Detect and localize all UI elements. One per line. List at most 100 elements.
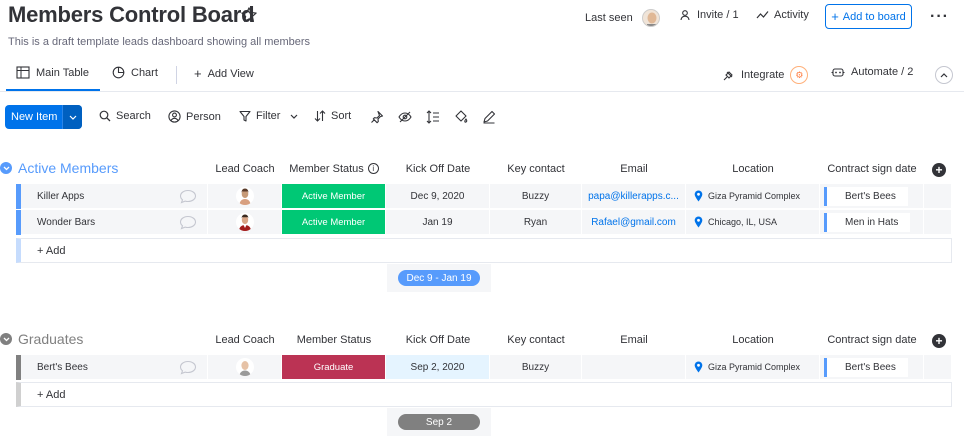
table-row[interactable]: Killer Apps Active Member Dec 9, 2020 Bu… xyxy=(16,184,952,209)
pencil-icon[interactable] xyxy=(482,110,496,124)
column-header-contract-date[interactable]: Contract sign date xyxy=(820,334,924,346)
column-header-kickoff[interactable]: Kick Off Date xyxy=(386,163,490,175)
column-header-email[interactable]: Email xyxy=(582,334,686,346)
column-header-location[interactable]: Location xyxy=(686,163,820,175)
new-item-button[interactable]: New Item xyxy=(5,105,82,129)
column-header-key-contact[interactable]: Key contact xyxy=(490,334,582,346)
chat-bubble-icon[interactable] xyxy=(179,215,197,230)
status-cell[interactable]: Active Member xyxy=(282,184,386,209)
item-name-cell[interactable]: Killer Apps xyxy=(21,184,208,209)
column-header-kickoff[interactable]: Kick Off Date xyxy=(386,334,490,346)
group-title[interactable]: Graduates xyxy=(18,331,83,347)
add-item-row[interactable]: + Add xyxy=(16,238,952,263)
row-end-cell xyxy=(924,184,952,209)
last-seen[interactable]: Last seen xyxy=(585,9,660,27)
item-name[interactable]: Killer Apps xyxy=(37,191,84,202)
item-name[interactable]: Bert's Bees xyxy=(37,362,88,373)
status-label: Active Member xyxy=(301,190,366,202)
group-header-active[interactable]: Active Members xyxy=(0,160,118,176)
key-contact-cell[interactable]: Buzzy xyxy=(490,355,582,380)
kickoff-date-cell[interactable]: Sep 2, 2020 xyxy=(386,355,490,380)
chat-bubble-icon[interactable] xyxy=(179,360,197,375)
robot-icon xyxy=(831,68,845,77)
contract-tag[interactable]: Bert's Bees xyxy=(824,186,908,206)
column-header-contract-date[interactable]: Contract sign date xyxy=(820,163,924,175)
board-title[interactable]: Members Control Board xyxy=(8,2,255,28)
email-cell[interactable]: papa@killerapps.c... xyxy=(582,184,686,209)
item-name-cell[interactable]: Wonder Bars xyxy=(21,210,208,235)
contract-tag[interactable]: Bert's Bees xyxy=(824,357,908,377)
search-icon xyxy=(99,110,111,122)
email-link[interactable]: papa@killerapps.c... xyxy=(588,191,679,202)
chevron-down-icon[interactable] xyxy=(290,114,298,119)
location-cell[interactable]: Giza Pyramid Complex xyxy=(686,355,820,380)
hide-eye-icon[interactable] xyxy=(398,110,412,124)
lead-coach-cell[interactable] xyxy=(208,210,282,235)
column-header-member-status[interactable]: Member Status i xyxy=(282,163,386,175)
email-cell[interactable]: Rafael@gmail.com xyxy=(582,210,686,235)
column-header-location[interactable]: Location xyxy=(686,334,820,346)
add-item-label[interactable]: + Add xyxy=(21,245,65,257)
contract-cell[interactable]: Bert's Bees xyxy=(820,184,924,209)
column-header-email[interactable]: Email xyxy=(582,163,686,175)
search-button[interactable]: Search xyxy=(99,110,151,122)
item-name-cell[interactable]: Bert's Bees xyxy=(21,355,208,380)
filter-button[interactable]: Filter xyxy=(239,110,298,122)
status-cell[interactable]: Active Member xyxy=(282,210,386,235)
add-item-label[interactable]: + Add xyxy=(21,389,65,401)
sort-label: Sort xyxy=(331,110,352,122)
timeline-summary-pill[interactable]: Dec 9 - Jan 19 xyxy=(398,270,480,286)
chat-bubble-icon[interactable] xyxy=(179,189,197,204)
chevron-down-icon[interactable] xyxy=(0,162,12,174)
tab-chart[interactable]: Chart xyxy=(112,66,158,79)
column-header-lead-coach[interactable]: Lead Coach xyxy=(208,334,282,346)
kickoff-date-cell[interactable]: Jan 19 xyxy=(386,210,490,235)
invite-button[interactable]: Invite / 1 xyxy=(680,9,739,21)
contract-cell[interactable]: Bert's Bees xyxy=(820,355,924,380)
location-cell[interactable]: Chicago, IL, USA xyxy=(686,210,820,235)
person-filter-button[interactable]: Person xyxy=(168,110,221,123)
email-cell[interactable] xyxy=(582,355,686,380)
column-header-key-contact[interactable]: Key contact xyxy=(490,163,582,175)
star-icon[interactable] xyxy=(240,6,258,24)
contract-tag[interactable]: Men in Hats xyxy=(824,212,911,232)
pin-icon[interactable] xyxy=(370,110,384,124)
group-title[interactable]: Active Members xyxy=(18,160,118,176)
item-name[interactable]: Wonder Bars xyxy=(37,217,95,228)
lead-coach-cell[interactable] xyxy=(208,184,282,209)
integrate-button[interactable]: Integrate ⚙ xyxy=(722,66,809,84)
contract-cell[interactable]: Men in Hats xyxy=(820,210,924,235)
more-options-icon[interactable]: ··· xyxy=(930,8,949,26)
add-column-icon[interactable]: + xyxy=(932,163,946,177)
column-header-lead-coach[interactable]: Lead Coach xyxy=(208,163,282,175)
email-link[interactable]: Rafael@gmail.com xyxy=(591,217,676,228)
tab-main-table[interactable]: Main Table xyxy=(16,66,89,79)
table-row[interactable]: Bert's Bees Graduate Sep 2, 2020 Buzzy G… xyxy=(16,355,952,380)
key-contact-cell[interactable]: Buzzy xyxy=(490,184,582,209)
chevron-down-icon[interactable] xyxy=(0,333,12,345)
timeline-summary-pill[interactable]: Sep 2 xyxy=(398,414,480,430)
new-item-dropdown[interactable] xyxy=(62,105,82,129)
lead-coach-cell[interactable] xyxy=(208,355,282,380)
collapse-header-button[interactable] xyxy=(935,66,953,84)
last-seen-label: Last seen xyxy=(585,12,633,24)
status-cell[interactable]: Graduate xyxy=(282,355,386,380)
automate-button[interactable]: Automate / 2 xyxy=(831,66,913,78)
sort-button[interactable]: Sort xyxy=(314,110,351,122)
key-contact-cell[interactable]: Ryan xyxy=(490,210,582,235)
add-to-board-label: Add to board xyxy=(842,10,906,23)
paint-bucket-icon[interactable] xyxy=(454,110,468,124)
add-column-icon[interactable]: + xyxy=(932,334,946,348)
location-cell[interactable]: Giza Pyramid Complex xyxy=(686,184,820,209)
activity-button[interactable]: Activity xyxy=(756,9,809,21)
add-item-row[interactable]: + Add xyxy=(16,382,952,407)
group-header-graduates[interactable]: Graduates xyxy=(0,331,83,347)
add-view-button[interactable]: + Add View xyxy=(194,66,254,81)
column-header-member-status[interactable]: Member Status xyxy=(282,334,386,346)
kickoff-date-cell[interactable]: Dec 9, 2020 xyxy=(386,184,490,209)
row-height-icon[interactable] xyxy=(426,110,440,124)
info-icon[interactable]: i xyxy=(367,163,379,174)
board-description[interactable]: This is a draft template leads dashboard… xyxy=(8,36,310,48)
add-to-board-button[interactable]: + Add to board xyxy=(825,4,912,29)
table-row[interactable]: Wonder Bars Active Member Jan 19 Ryan Ra… xyxy=(16,210,952,235)
